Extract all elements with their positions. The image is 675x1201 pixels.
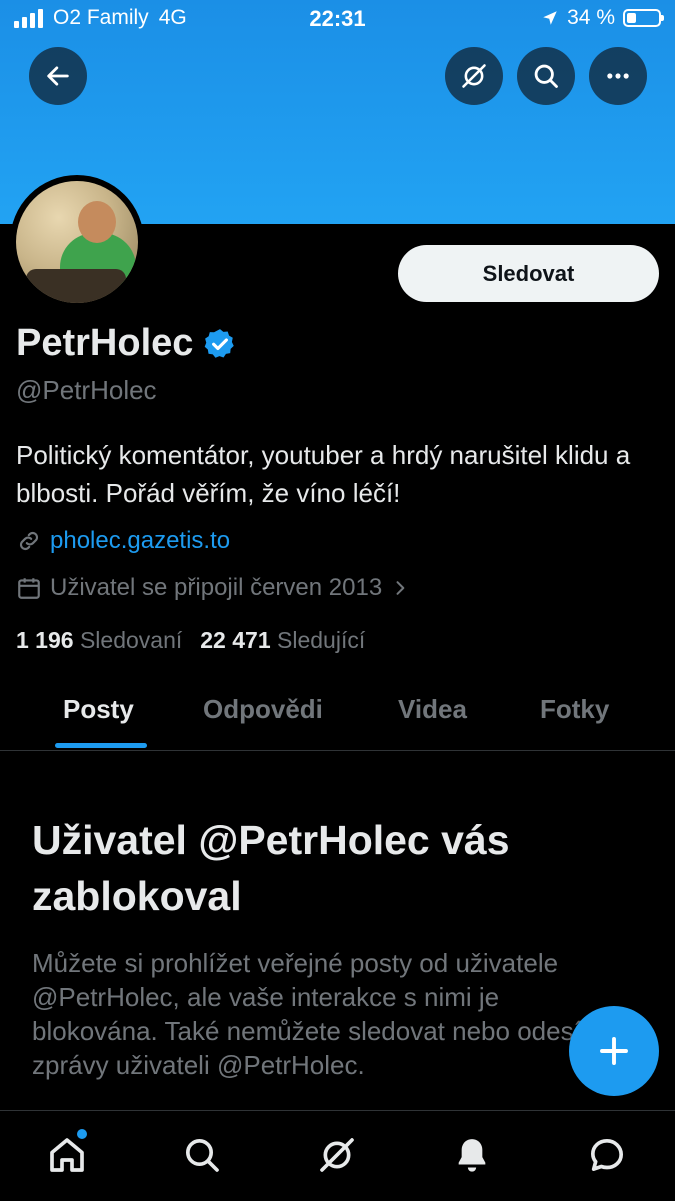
followers-label: Sledující xyxy=(277,627,366,653)
joined-text: Uživatel se připojil červen 2013 xyxy=(50,574,383,601)
nav-messages[interactable] xyxy=(585,1133,629,1177)
avatar-image xyxy=(16,181,138,303)
calendar-icon xyxy=(18,578,40,599)
nav-grok[interactable] xyxy=(315,1133,359,1177)
tab-replies[interactable]: Odpovědi xyxy=(203,694,323,725)
search-icon xyxy=(534,64,558,88)
grok-icon xyxy=(320,1138,354,1172)
verified-badge-icon[interactable] xyxy=(203,327,237,361)
profile-tabs: Posty Odpovědi Videa Fotky xyxy=(0,680,675,751)
profile-handle: @PetrHolec xyxy=(16,375,157,405)
followers-link[interactable]: 22 471 Sledující xyxy=(200,627,365,654)
following-link[interactable]: 1 196 Sledovaní xyxy=(16,627,182,654)
grok-button[interactable] xyxy=(445,47,503,105)
blocked-title: Uživatel @PetrHolec vás zablokoval xyxy=(32,817,510,919)
unread-dot xyxy=(77,1129,87,1139)
location-arrow-icon xyxy=(543,11,557,25)
home-icon xyxy=(50,1138,84,1172)
profile-link-text[interactable]: pholec.gazetis.to xyxy=(50,527,230,555)
battery-percent: 34 % xyxy=(567,6,615,29)
messages-icon xyxy=(591,1139,623,1171)
avatar[interactable] xyxy=(10,175,144,309)
back-button[interactable] xyxy=(29,47,87,105)
more-button[interactable] xyxy=(589,47,647,105)
nav-notifications[interactable] xyxy=(450,1133,494,1177)
link-icon xyxy=(19,531,39,551)
following-label: Sledovaní xyxy=(79,627,183,653)
notifications-icon xyxy=(458,1139,486,1172)
search-button[interactable] xyxy=(517,47,575,105)
nav-search[interactable] xyxy=(180,1133,224,1177)
compose-button[interactable] xyxy=(569,1006,659,1096)
tab-posts[interactable]: Posty xyxy=(63,694,134,725)
tab-photos[interactable]: Fotky xyxy=(540,694,609,725)
profile-bio: Politický komentátor, youtuber a hrdý na… xyxy=(16,440,631,508)
search-icon xyxy=(186,1139,219,1172)
bottom-navigation xyxy=(0,1110,675,1201)
profile-name: PetrHolec xyxy=(16,322,194,364)
chevron-right-icon xyxy=(396,581,405,595)
plus-icon xyxy=(600,1037,628,1065)
grok-icon xyxy=(462,64,486,88)
profile-link[interactable]: pholec.gazetis.to xyxy=(16,527,230,555)
followers-count: 22 471 xyxy=(200,627,271,653)
follow-counts: 1 196 Sledovaní 22 471 Sledující xyxy=(16,627,365,654)
joined-info[interactable]: Uživatel se připojil červen 2013 xyxy=(16,574,410,602)
more-icon xyxy=(607,73,629,79)
following-count: 1 196 xyxy=(16,627,74,653)
arrow-left-icon xyxy=(47,66,69,86)
tab-videos[interactable]: Videa xyxy=(398,694,467,725)
blocked-description: Můžete si prohlížet veřejné posty od uži… xyxy=(32,948,609,1080)
battery-icon xyxy=(623,9,664,27)
active-tab-indicator xyxy=(55,743,147,748)
status-bar: O2 Family 4G 22:31 34 % xyxy=(0,0,675,40)
follow-button[interactable]: Sledovat xyxy=(398,245,659,302)
nav-home[interactable] xyxy=(45,1133,89,1177)
